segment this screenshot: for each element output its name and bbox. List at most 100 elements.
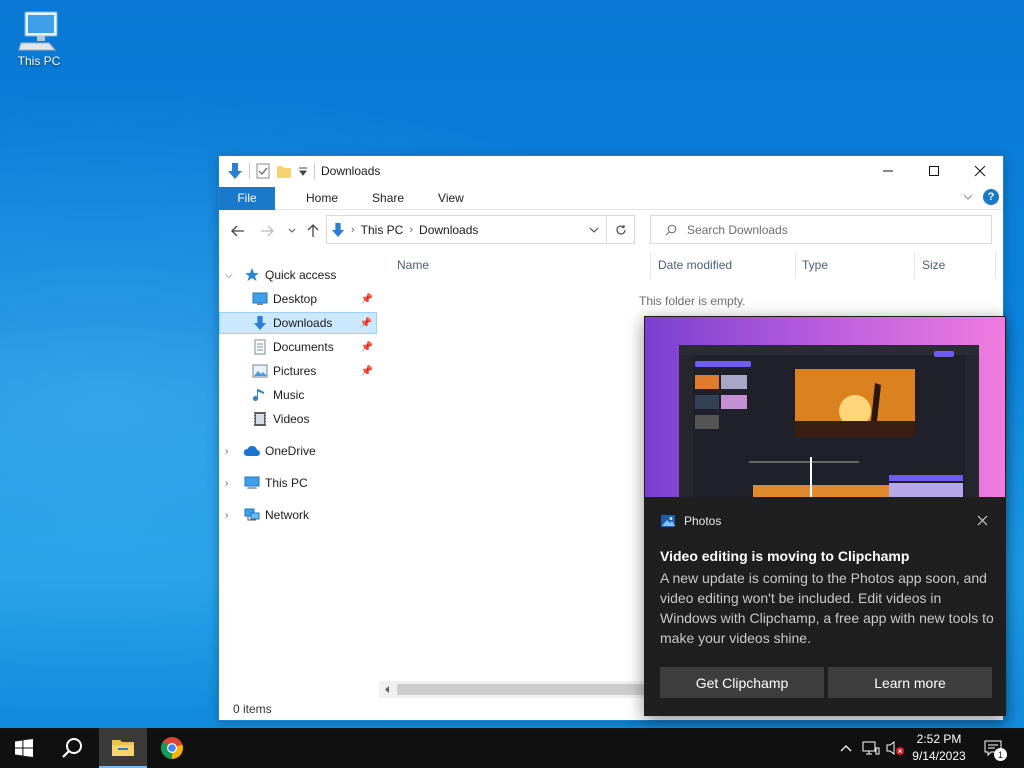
download-icon (251, 314, 269, 332)
tab-file[interactable]: File (219, 186, 275, 210)
nav-item-videos[interactable]: Videos (219, 408, 377, 430)
navigation-bar: › This PC › Downloads (219, 214, 1003, 248)
address-bar[interactable]: › This PC › Downloads (326, 215, 607, 244)
start-button[interactable] (0, 728, 48, 768)
pin-icon: 📌 (360, 365, 373, 377)
nav-item-desktop[interactable]: Desktop 📌 (219, 288, 377, 310)
nav-item-label: Documents (273, 340, 334, 354)
notification-count-badge: 1 (994, 748, 1007, 761)
tab-view[interactable]: View (421, 191, 481, 205)
address-dropdown-button[interactable] (582, 216, 606, 243)
minimize-button[interactable] (865, 156, 911, 186)
pin-icon: 📌 (360, 341, 373, 353)
expand-ribbon-icon[interactable] (963, 193, 973, 201)
column-divider[interactable] (995, 252, 996, 278)
desktop-icon-this-pc[interactable]: This PC (12, 10, 66, 68)
nav-item-downloads[interactable]: Downloads 📌 (219, 312, 377, 334)
column-header-name[interactable]: Name (397, 252, 429, 278)
window-controls (865, 156, 1003, 186)
desktop-icon-label: This PC (17, 54, 61, 68)
clock-time: 2:52 PM (916, 732, 962, 746)
new-folder-icon[interactable] (276, 163, 292, 179)
empty-folder-message: This folder is empty. (639, 294, 746, 308)
get-clipchamp-button[interactable]: Get Clipchamp (660, 667, 824, 698)
column-header-date-modified[interactable]: Date modified (658, 252, 732, 278)
forward-button[interactable] (258, 222, 276, 240)
nav-item-this-pc[interactable]: › This PC (219, 472, 377, 494)
horizontal-scrollbar[interactable] (379, 681, 649, 698)
taskbar-chrome[interactable] (148, 728, 196, 768)
column-header-type[interactable]: Type (802, 252, 828, 278)
expanded-chevron-icon[interactable]: ⌵ (225, 270, 233, 281)
folder-icon (112, 740, 134, 756)
download-arrow-icon[interactable] (227, 162, 243, 180)
properties-icon[interactable] (256, 163, 270, 179)
column-divider[interactable] (795, 252, 796, 278)
search-icon (62, 738, 82, 758)
back-button[interactable] (229, 222, 247, 240)
toolbar-divider (314, 163, 315, 179)
chevron-right-icon[interactable]: › (225, 510, 228, 521)
scroll-left-icon[interactable] (384, 685, 390, 694)
breadcrumb-downloads[interactable]: Downloads (419, 223, 478, 237)
star-icon (243, 266, 261, 284)
close-icon (977, 515, 988, 526)
chevron-right-icon[interactable]: › (225, 478, 228, 489)
quick-access-toolbar (219, 162, 315, 180)
column-header-size[interactable]: Size (922, 252, 945, 278)
nav-item-documents[interactable]: Documents 📌 (219, 336, 377, 358)
nav-quick-access[interactable]: ⌵ Quick access (219, 264, 377, 286)
navigation-pane: ⌵ Quick access Desktop 📌 Downloads 📌 Doc… (219, 252, 379, 692)
refresh-button[interactable] (607, 215, 635, 244)
maximize-button[interactable] (911, 156, 957, 186)
taskbar-file-explorer[interactable] (99, 728, 147, 768)
column-divider[interactable] (914, 252, 915, 278)
chrome-icon (161, 737, 183, 759)
breadcrumb-this-pc[interactable]: This PC (361, 223, 404, 237)
recent-locations-button[interactable] (283, 222, 301, 240)
window-title: Downloads (321, 164, 381, 178)
computer-icon (18, 11, 58, 51)
document-icon (251, 338, 269, 356)
tab-share[interactable]: Share (355, 191, 421, 205)
column-divider[interactable] (650, 252, 651, 278)
network-status-button[interactable] (860, 728, 882, 768)
volume-muted-icon (886, 741, 904, 755)
network-icon (243, 506, 261, 524)
search-input[interactable] (687, 222, 977, 237)
hero-image (645, 317, 1005, 497)
nav-item-onedrive[interactable]: › OneDrive (219, 440, 377, 462)
nav-item-label: Network (265, 508, 310, 522)
customize-toolbar-icon[interactable] (298, 166, 308, 176)
action-center-button[interactable]: 1 (980, 728, 1007, 768)
computer-icon (243, 474, 261, 492)
chevron-right-icon[interactable]: › (225, 446, 228, 457)
nav-item-pictures[interactable]: Pictures 📌 (219, 360, 377, 382)
nav-item-label: Videos (273, 412, 310, 426)
system-clock[interactable]: 2:52 PM 9/14/2023 (906, 731, 972, 765)
nav-item-label: Music (273, 388, 305, 402)
nav-item-network[interactable]: › Network (219, 504, 377, 526)
search-box[interactable] (650, 215, 992, 244)
chevron-down-icon (589, 227, 599, 233)
toast-app-header: Photos (660, 514, 721, 528)
windows-logo-icon (15, 739, 33, 757)
show-hidden-icons-button[interactable] (836, 728, 856, 768)
notification-toast[interactable]: Photos Video editing is moving to Clipch… (644, 316, 1006, 716)
close-button[interactable] (957, 156, 1003, 186)
help-icon[interactable]: ? (983, 189, 999, 205)
nav-item-music[interactable]: Music (219, 384, 377, 406)
refresh-icon (615, 224, 626, 235)
tab-home[interactable]: Home (289, 191, 355, 205)
search-button[interactable] (48, 728, 96, 768)
minimize-icon (883, 170, 893, 172)
close-icon (974, 165, 986, 177)
scrollbar-thumb[interactable] (397, 684, 647, 695)
nav-item-label: Desktop (273, 292, 318, 306)
volume-button[interactable] (884, 728, 906, 768)
learn-more-button[interactable]: Learn more (828, 667, 992, 698)
toast-close-button[interactable] (977, 513, 988, 529)
chevron-up-icon (840, 745, 852, 752)
up-button[interactable] (304, 222, 322, 240)
picture-icon (251, 362, 269, 380)
